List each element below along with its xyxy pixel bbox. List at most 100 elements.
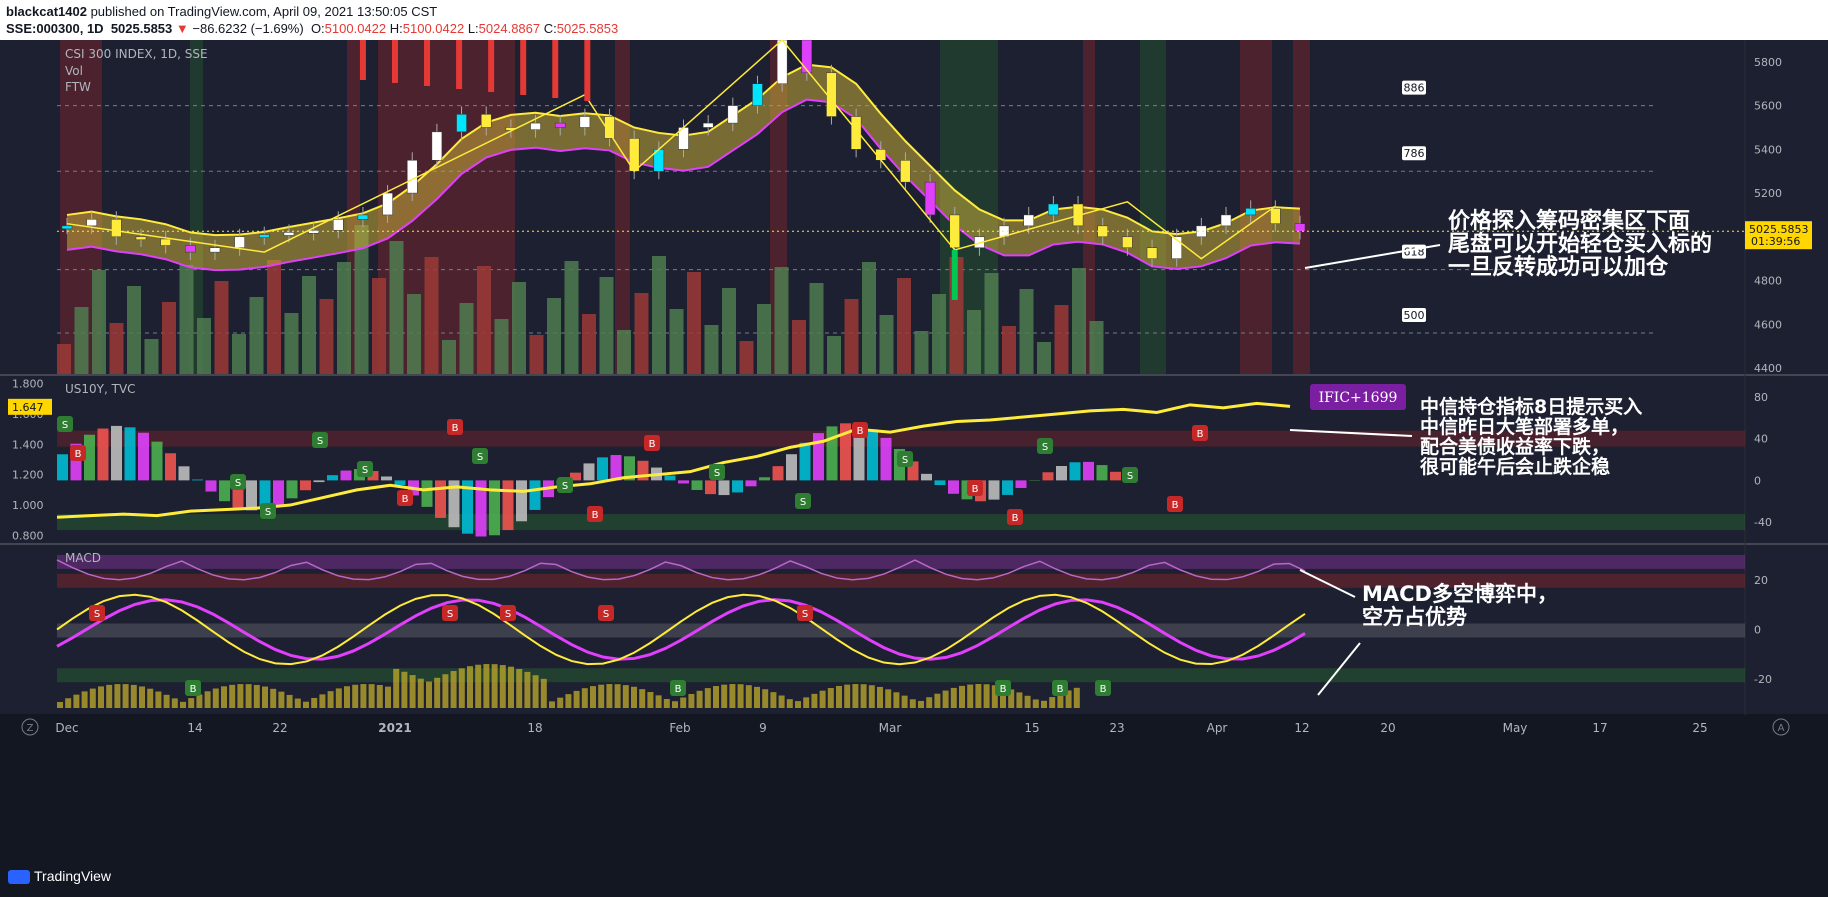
macd-vol-bar — [704, 688, 711, 708]
candle-body — [185, 245, 196, 253]
price-annotation: 尾盘可以开始轻仓买入标的 — [1448, 231, 1712, 257]
us10y-right-tick: -40 — [1754, 516, 1772, 529]
price-tick-label: 4800 — [1754, 275, 1782, 288]
symbol-name[interactable]: SSE:000300, 1D — [6, 21, 104, 36]
volume-bar — [162, 302, 176, 374]
volume-bar — [74, 307, 89, 374]
buy-arrow — [951, 249, 958, 300]
sell-arrow — [520, 40, 527, 95]
macd-vol-bar — [221, 686, 227, 708]
volume-bar — [1002, 326, 1016, 374]
macd-vol-bar — [81, 691, 88, 708]
holding-hist-bar — [502, 480, 514, 531]
volume-bar — [634, 293, 649, 374]
volume-bar — [249, 297, 264, 374]
h-value: 5100.0422 — [402, 21, 465, 36]
volume-bar — [652, 256, 666, 374]
macd-vol-bar — [770, 692, 777, 708]
holding-hist-bar — [597, 457, 608, 481]
macd-vol-bar — [819, 690, 826, 708]
holding-hist-bar — [583, 463, 595, 481]
holding-hist-bar — [678, 480, 689, 484]
signal-badge-label: S — [235, 478, 241, 489]
macd-vol-bar — [245, 684, 252, 708]
holding-hist-bar — [1042, 472, 1054, 481]
us10y-right-tick: 0 — [1754, 474, 1761, 487]
author-name[interactable]: blackcat1402 — [6, 4, 87, 19]
macd-vol-bar — [1016, 692, 1023, 708]
volume-bar — [844, 299, 859, 374]
signal-badge-label: B — [592, 510, 599, 521]
candle-body — [1122, 236, 1133, 248]
macd-vol-bar — [385, 686, 391, 708]
volume-bar — [547, 298, 561, 374]
macd-vol-bar — [762, 689, 769, 708]
candle-body — [1294, 223, 1306, 232]
signal-badge-label: B — [1197, 429, 1204, 440]
macd-vol-bar — [959, 685, 965, 708]
volume-bar — [214, 281, 229, 374]
symbol-line: SSE:000300, 1D 5025.5853 ▼ −86.6232 (−1.… — [6, 21, 618, 36]
macd-vol-bar — [286, 694, 293, 708]
h-label: H: — [389, 21, 403, 36]
macd-vol-bar — [606, 684, 613, 708]
holding-hist-bar — [745, 480, 757, 487]
fib-label: 786 — [1404, 147, 1425, 160]
macd-vol-bar — [335, 688, 342, 708]
macd-vol-bar — [877, 686, 883, 708]
volume-bar — [774, 267, 789, 374]
macd-vol-bar — [499, 665, 506, 708]
price-tick-label: 4600 — [1754, 318, 1782, 331]
time-tick-label: 23 — [1109, 721, 1124, 735]
macd-vol-bar — [65, 698, 72, 708]
volume-bar — [599, 277, 614, 374]
time-tick-label: May — [1503, 721, 1528, 735]
candle-body — [382, 192, 393, 216]
chart-canvas[interactable]: 5800560054005200480046004400886786618500… — [0, 40, 1828, 860]
volume-bar — [564, 261, 579, 374]
macd-vol-bar — [893, 692, 900, 708]
candle-body — [530, 122, 541, 130]
macd-vol-bar — [106, 684, 113, 708]
holding-hist-bar — [138, 432, 149, 481]
macd-vol-bar — [212, 688, 219, 708]
signal-badge-label: S — [1127, 471, 1133, 482]
volume-bar — [984, 273, 999, 374]
macd-vol-bar — [950, 687, 957, 708]
volume-bar — [967, 310, 981, 374]
macd-vol-bar — [983, 684, 990, 708]
volume-bar — [582, 314, 596, 374]
macd-vol-bar — [262, 686, 268, 708]
signal-badge-label: S — [714, 468, 720, 479]
price-tick-label: 5800 — [1754, 56, 1782, 69]
macd-vol-bar — [852, 684, 859, 708]
signal-badge-label: S — [362, 465, 368, 476]
o-label: O: — [310, 21, 325, 36]
volume-bar — [827, 336, 841, 374]
signal-badge-label: B — [972, 484, 979, 495]
signal-badge-label: B — [1012, 513, 1019, 524]
macd-annotation: MACD多空博弈中， — [1362, 582, 1558, 606]
holding-hist-bar — [759, 477, 770, 481]
macd-signal-badge-label: S — [802, 609, 808, 620]
tradingview-logo-icon — [8, 870, 30, 885]
macd-lower-band — [57, 668, 1745, 683]
candle-body — [924, 181, 936, 216]
macd-vol-bar — [754, 686, 760, 708]
macd-vol-bar — [442, 674, 449, 708]
macd-vol-bar — [327, 691, 334, 708]
signal-badge-label: S — [265, 507, 271, 518]
holding-hist-bar — [718, 480, 730, 496]
us10y-annotation: 很可能午后会止跌企稳 — [1420, 455, 1610, 478]
signal-badge-label: B — [402, 494, 409, 505]
volume-bar — [337, 262, 351, 374]
holding-hist-bar — [435, 480, 446, 518]
macd-annotation: 空方占优势 — [1362, 605, 1467, 629]
tradingview-logo[interactable]: TradingView — [8, 868, 111, 885]
macd-vol-bar — [573, 690, 580, 708]
us10y-left-tick: 1.400 — [12, 438, 44, 451]
macd-vol-bar — [934, 693, 941, 708]
macd-vol-bar — [713, 686, 719, 708]
us10y-right-tick: 80 — [1754, 391, 1768, 404]
volume-bar — [1037, 342, 1051, 374]
